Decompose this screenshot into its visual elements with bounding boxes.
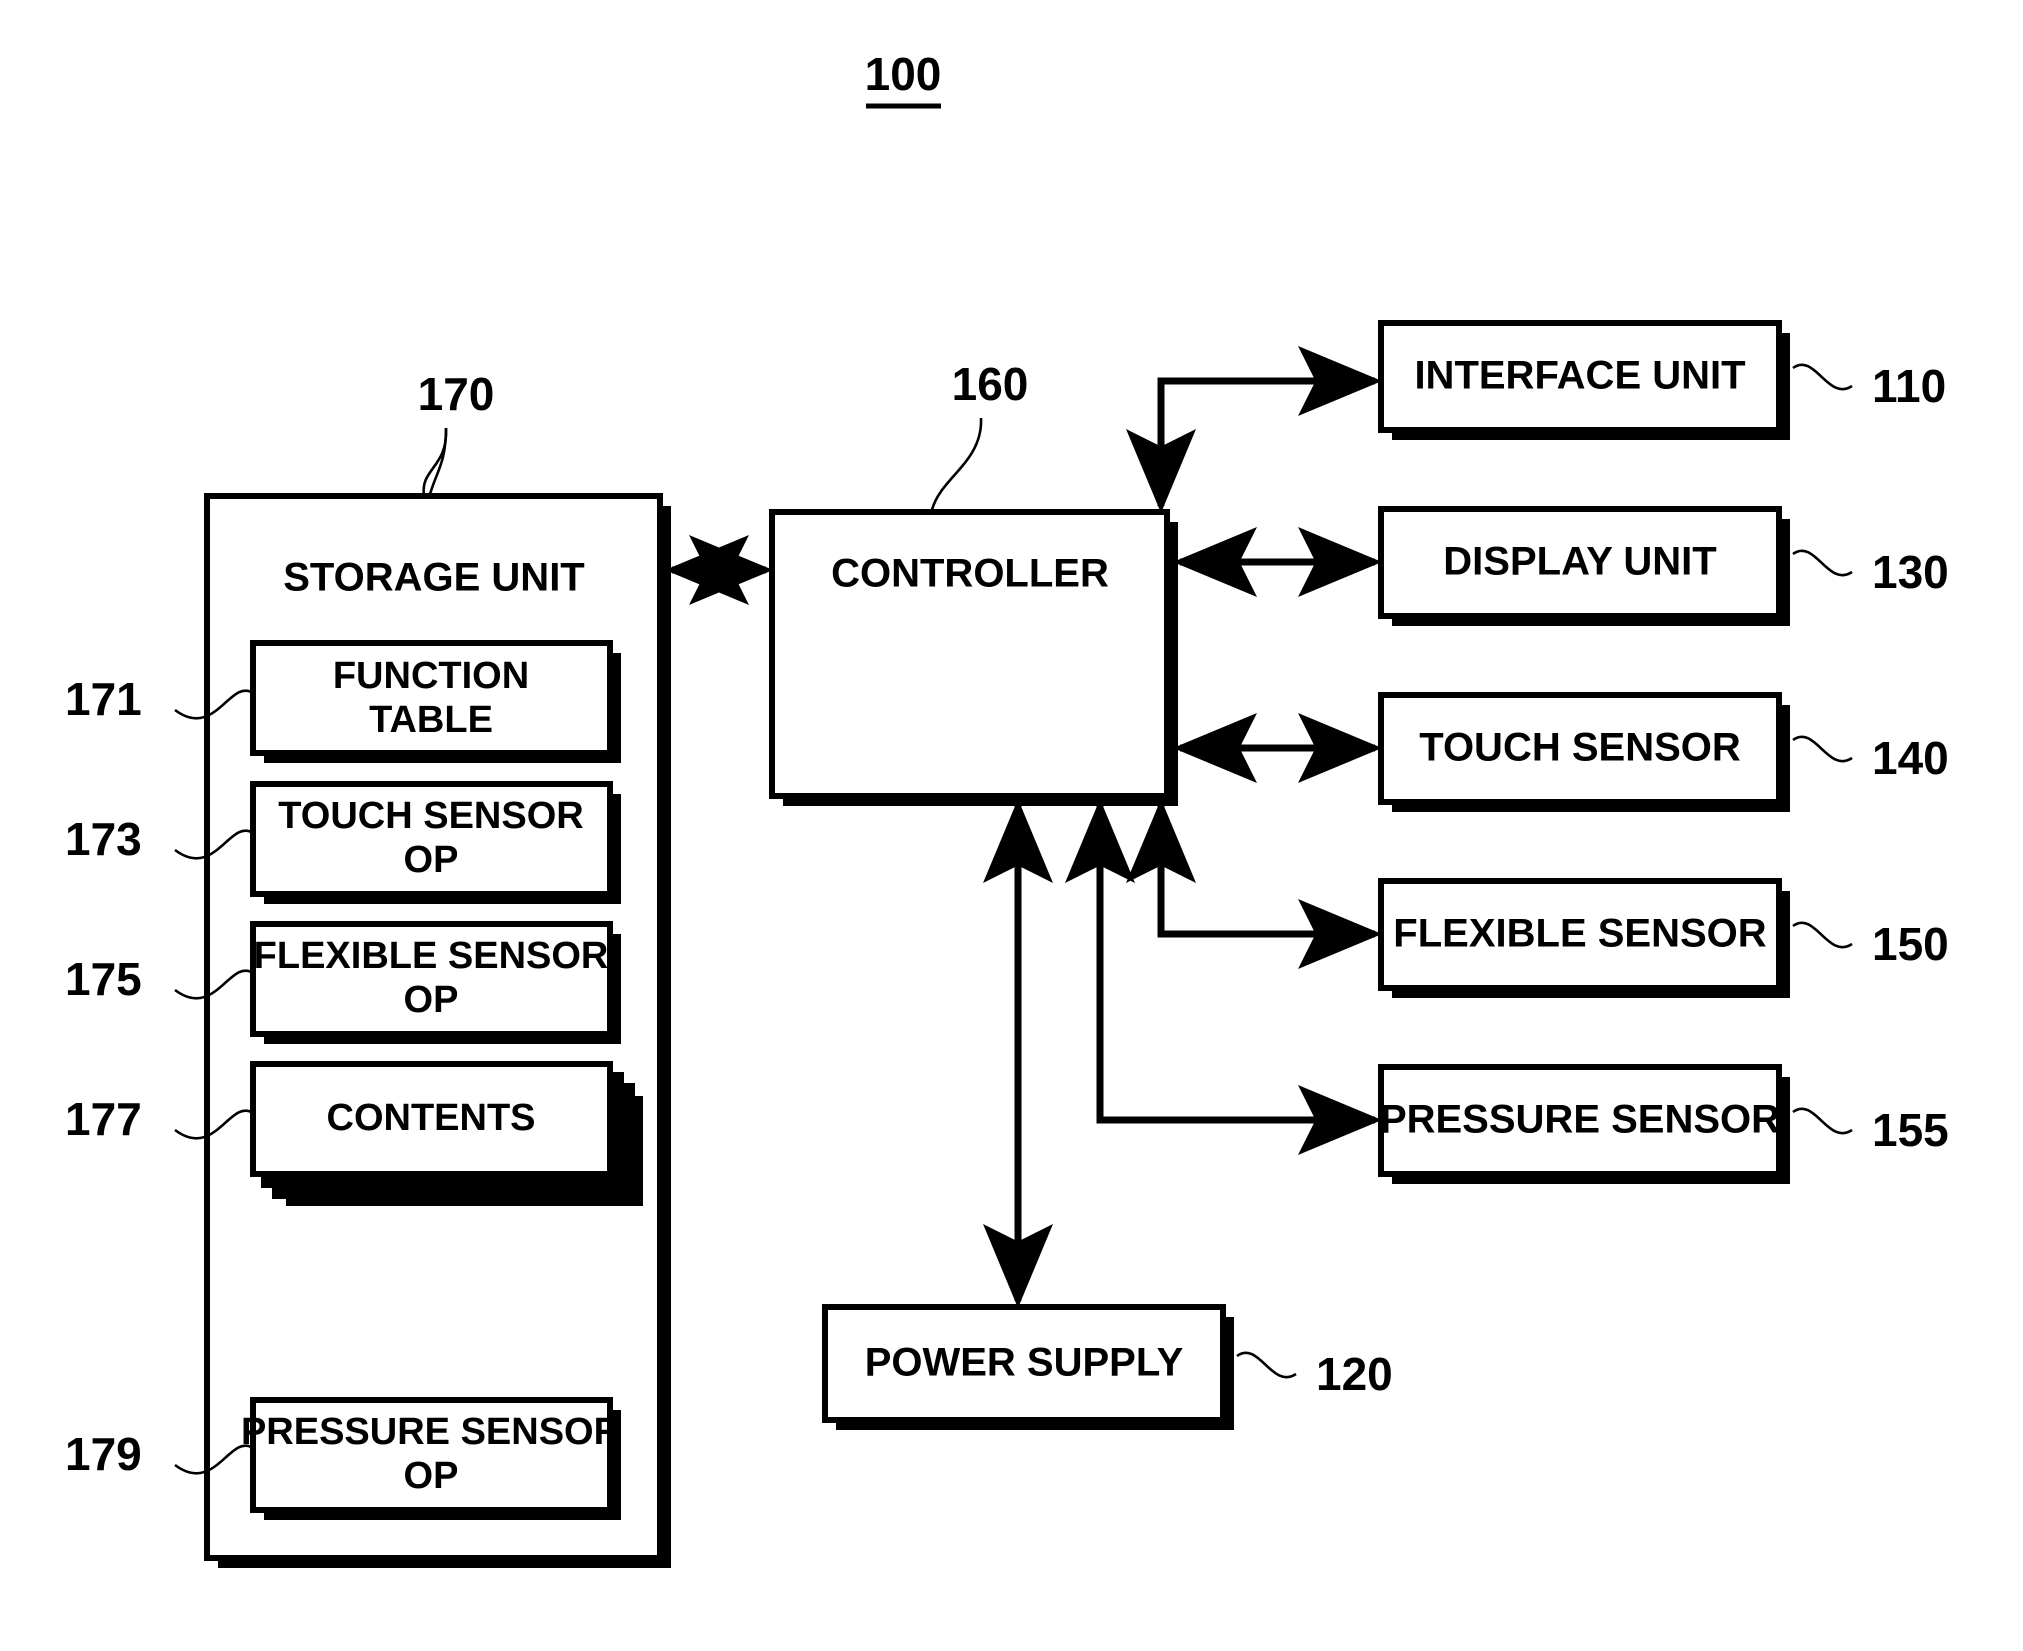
contents-label: CONTENTS	[327, 1097, 536, 1139]
contents-block[interactable]: CONTENTS	[250, 1061, 643, 1206]
power-supply-label: POWER SUPPLY	[865, 1341, 1184, 1385]
ref-173: 173	[65, 813, 142, 865]
arrow-controller-pressure-sensor	[1065, 799, 1382, 1155]
interface-unit-block[interactable]: INTERFACE UNIT	[1378, 320, 1790, 440]
ref-179: 179	[65, 1428, 142, 1480]
ref-120: 120	[1316, 1348, 1393, 1400]
touch-sensor-block[interactable]: TOUCH SENSOR	[1378, 692, 1790, 812]
flexible-sensor-op-label-line2: OP	[404, 979, 459, 1021]
interface-unit-label: INTERFACE UNIT	[1414, 354, 1745, 398]
flexible-sensor-block[interactable]: FLEXIBLE SENSOR	[1378, 878, 1790, 998]
function-table-block[interactable]: FUNCTION TABLE	[250, 640, 621, 763]
storage-unit-label: STORAGE UNIT	[283, 556, 585, 600]
ref-175: 175	[65, 953, 142, 1005]
ref-155: 155	[1872, 1104, 1949, 1156]
function-table-label-line1: FUNCTION	[333, 655, 529, 697]
ref-150-leader	[1792, 921, 1853, 949]
touch-sensor-op-block[interactable]: TOUCH SENSOR OP	[250, 781, 621, 904]
ref-130: 130	[1872, 546, 1949, 598]
ref-130-leader	[1792, 549, 1853, 577]
touch-sensor-op-label-line2: OP	[404, 839, 459, 881]
arrow-controller-flexible-sensor	[1126, 799, 1382, 969]
function-table-label-line2: TABLE	[369, 699, 493, 741]
ref-120-leader	[1236, 1351, 1297, 1379]
flexible-sensor-op-label-line1: FLEXIBLE SENSOR	[254, 935, 609, 977]
ref-140-leader	[1792, 735, 1853, 763]
arrow-controller-interface-unit	[1126, 346, 1382, 513]
touch-sensor-label: TOUCH SENSOR	[1419, 726, 1741, 770]
block-diagram: 100 STORAGE UNIT 170 FUNCTION TABLE 171 …	[65, 48, 1949, 1568]
controller-label: CONTROLLER	[831, 552, 1109, 596]
ref-171: 171	[65, 673, 142, 725]
flexible-sensor-label: FLEXIBLE SENSOR	[1393, 912, 1766, 956]
pressure-sensor-op-block[interactable]: PRESSURE SENSOR OP	[241, 1397, 621, 1520]
ref-140: 140	[1872, 732, 1949, 784]
ref-160-leader	[930, 417, 983, 511]
flexible-sensor-op-block[interactable]: FLEXIBLE SENSOR OP	[250, 921, 621, 1044]
display-unit-label: DISPLAY UNIT	[1443, 540, 1716, 584]
ref-110: 110	[1872, 360, 1946, 412]
pressure-sensor-label: PRESSURE SENSOR	[1380, 1098, 1780, 1142]
ref-177: 177	[65, 1093, 142, 1145]
pressure-sensor-op-label-line1: PRESSURE SENSOR	[241, 1411, 621, 1453]
figure-number: 100	[865, 48, 942, 100]
ref-150: 150	[1872, 918, 1949, 970]
power-supply-block[interactable]: POWER SUPPLY	[822, 1304, 1234, 1430]
touch-sensor-op-label-line1: TOUCH SENSOR	[278, 795, 583, 837]
display-unit-block[interactable]: DISPLAY UNIT	[1378, 506, 1790, 626]
ref-160: 160	[952, 358, 1029, 410]
pressure-sensor-op-label-line2: OP	[404, 1455, 459, 1497]
ref-110-leader	[1792, 363, 1853, 391]
ref-155-leader	[1792, 1107, 1853, 1135]
pressure-sensor-block[interactable]: PRESSURE SENSOR	[1378, 1064, 1790, 1184]
patent-figure-page: 100 STORAGE UNIT 170 FUNCTION TABLE 171 …	[0, 0, 2023, 1651]
controller-block[interactable]: CONTROLLER	[769, 509, 1178, 806]
ref-170: 170	[418, 368, 495, 420]
